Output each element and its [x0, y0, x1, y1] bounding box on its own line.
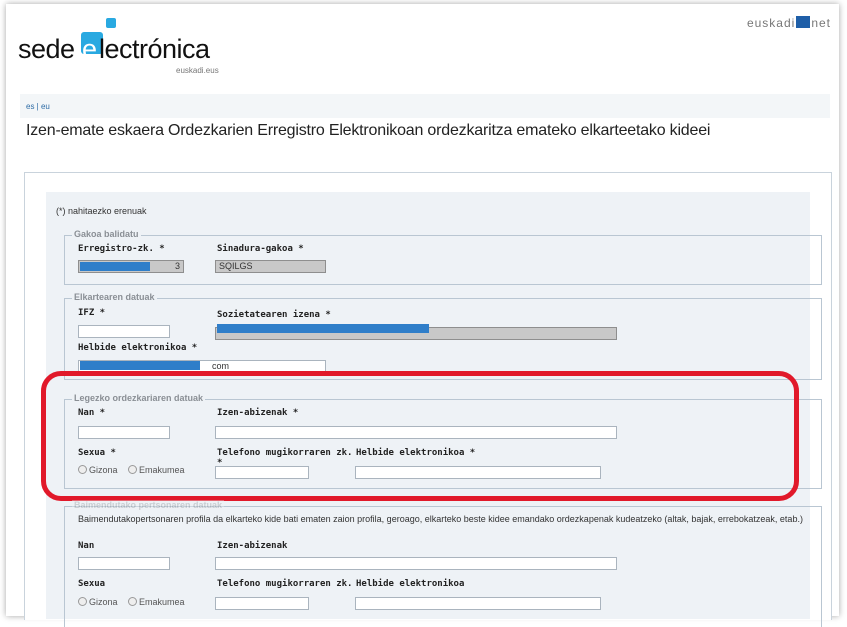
logo-electronica-text: lectrónica: [99, 34, 210, 64]
registry-number-label: Erregistro-zk. *: [78, 244, 165, 254]
euskadi-text: euskadi: [746, 16, 796, 30]
authorized-person-description: Baimendutakopertsonaren profila da elkar…: [78, 514, 803, 524]
validate-key-legend: Gakoa balidatu: [72, 229, 141, 239]
signature-key-label: Sinadura-gakoa *: [217, 244, 304, 254]
association-email-label: Helbide elektronikoa *: [78, 343, 198, 353]
authorized-phone-label: Telefono mugikorraren zk.: [217, 579, 353, 589]
redaction-mark: [80, 262, 150, 271]
authorized-name-field[interactable]: [215, 557, 617, 570]
euskadi-flag-icon: [796, 16, 811, 28]
logo-e-text: e: [82, 34, 98, 64]
authorized-sex-female-radio[interactable]: Emakumea: [128, 597, 185, 607]
radio-label: Emakumea: [139, 597, 185, 607]
redaction-mark: [80, 361, 200, 370]
highlight-annotation: [41, 371, 799, 501]
logo-subtitle: euskadi.eus: [176, 66, 219, 75]
authorized-person-legend: Baimendutako pertsonaren datuak: [72, 500, 225, 510]
ifz-label: IFZ *: [78, 308, 106, 318]
authorized-phone-field[interactable]: [215, 597, 309, 610]
authorized-nan-field[interactable]: [78, 557, 170, 570]
association-email-value: com: [212, 361, 230, 371]
net-text: net: [811, 16, 831, 30]
logo-sede-text: sede: [18, 34, 75, 64]
logo-small-square-icon: [106, 18, 116, 28]
ifz-field[interactable]: [78, 325, 170, 338]
radio-circle-icon: [78, 597, 87, 606]
authorized-email-label: Helbide elektronikoa: [356, 579, 465, 589]
language-links[interactable]: es | eu: [26, 102, 50, 111]
signature-key-field[interactable]: SQILGS: [215, 260, 326, 273]
sede-electronica-logo[interactable]: sede e lectrónica euskadi.eus: [18, 18, 248, 78]
required-fields-note: (*) nahitaezko erenuak: [56, 206, 147, 216]
page-title: Izen-emate eskaera Ordezkarien Erregistr…: [26, 122, 711, 139]
radio-label: Gizona: [89, 597, 118, 607]
authorized-email-field[interactable]: [355, 597, 601, 610]
radio-circle-icon: [128, 597, 137, 606]
association-data-legend: Elkartearen datuak: [72, 292, 157, 302]
authorized-nan-label: Nan: [78, 541, 95, 551]
authorized-sex-male-radio[interactable]: Gizona: [78, 597, 118, 607]
authorized-name-label: Izen-abizenak: [217, 541, 288, 551]
euskadi-net-logo[interactable]: euskadi net: [747, 16, 831, 30]
language-bar: es | eu: [20, 94, 830, 118]
redaction-mark: [217, 324, 429, 333]
company-name-label: Sozietatearen izena *: [217, 310, 331, 320]
authorized-sex-label: Sexua: [78, 579, 106, 589]
registry-number-value: 3: [174, 261, 180, 271]
